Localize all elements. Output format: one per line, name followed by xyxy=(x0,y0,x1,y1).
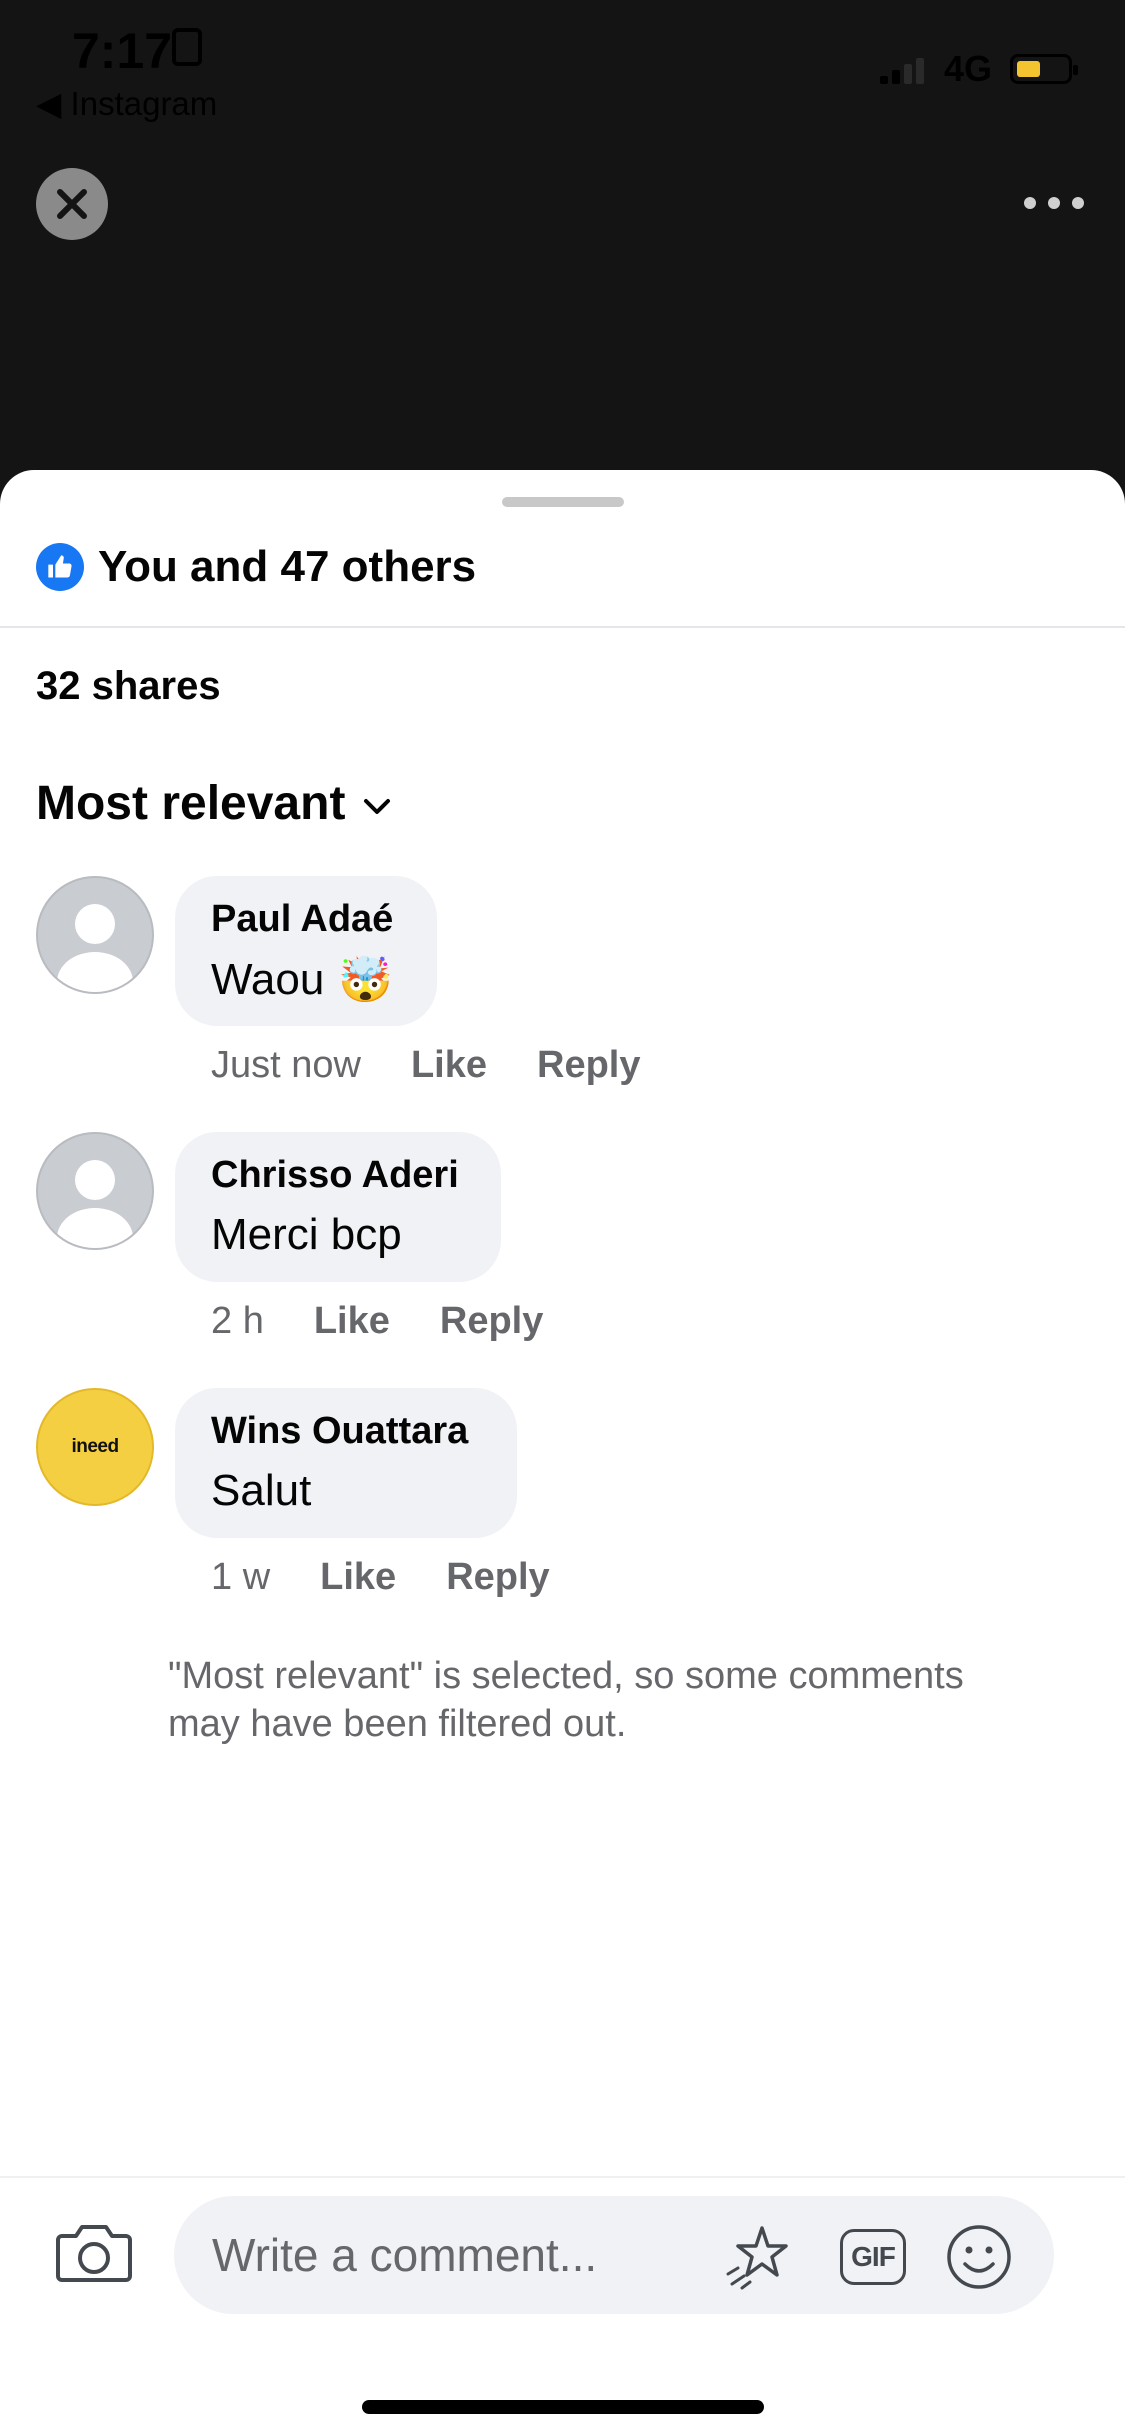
comment-meta: Just now Like Reply xyxy=(211,1044,691,1087)
reactions-summary[interactable]: You and 47 others xyxy=(36,542,476,592)
comment-text: Salut xyxy=(211,1466,311,1516)
comment-text: Merci bcp xyxy=(211,1210,402,1260)
thumbs-up-icon xyxy=(36,543,84,591)
exploding-head-emoji: 🤯 xyxy=(338,956,394,1005)
emoji-icon[interactable] xyxy=(944,2222,1014,2292)
brand-logo: ineed xyxy=(71,1436,119,1457)
comment-text: Waou 🤯 xyxy=(211,954,393,1006)
shares-count[interactable]: 32 shares xyxy=(36,664,221,709)
sort-dropdown[interactable]: Most relevant xyxy=(36,776,391,831)
close-button[interactable] xyxy=(36,168,108,240)
comment-bubble[interactable]: Paul Adaé Waou 🤯 xyxy=(175,876,437,1026)
sheet-drag-handle[interactable] xyxy=(502,497,624,507)
comment-text-content: Salut xyxy=(211,1466,312,1515)
sparkle-star-icon[interactable] xyxy=(722,2222,792,2292)
sort-label: Most relevant xyxy=(36,777,346,830)
gif-label: GIF xyxy=(851,2241,896,2272)
status-time: 7:17 xyxy=(72,23,173,79)
home-indicator[interactable] xyxy=(362,2400,764,2414)
comment-time: 2 h xyxy=(211,1300,264,1342)
comment-author[interactable]: Paul Adaé xyxy=(211,898,393,941)
avatar[interactable] xyxy=(36,876,154,994)
comments-sheet: You and 47 others 32 shares Most relevan… xyxy=(0,470,1125,2436)
like-comment-button[interactable]: Like xyxy=(411,1044,487,1087)
like-comment-button[interactable]: Like xyxy=(320,1556,396,1599)
avatar[interactable]: ineed xyxy=(36,1388,154,1506)
like-comment-button[interactable]: Like xyxy=(314,1300,390,1343)
default-user-icon xyxy=(57,904,133,992)
more-horizontal-icon xyxy=(1024,197,1036,209)
reactions-text: You and 47 others xyxy=(98,542,477,591)
comment-author[interactable]: Wins Ouattara xyxy=(211,1410,468,1453)
comment-bubble[interactable]: Chrisso Aderi Merci bcp xyxy=(175,1132,501,1282)
signal-icon xyxy=(880,58,924,84)
battery-icon xyxy=(1010,54,1078,84)
filter-notice: "Most relevant" is selected, so some com… xyxy=(168,1655,964,1745)
reply-comment-button[interactable]: Reply xyxy=(440,1300,543,1343)
comment-text-content: Waou xyxy=(211,955,325,1004)
back-to-app-link[interactable]: ◀ Instagram xyxy=(36,84,217,123)
divider xyxy=(0,626,1125,628)
sim-icon xyxy=(172,28,202,66)
comment-meta: 2 h Like Reply xyxy=(211,1300,593,1343)
more-options-button[interactable] xyxy=(1024,188,1084,218)
comment-input[interactable]: Write a comment... GIF xyxy=(174,2196,1054,2314)
comment-placeholder: Write a comment... xyxy=(212,2229,598,2281)
comment-meta: 1 w Like Reply xyxy=(211,1556,600,1599)
composer-divider xyxy=(0,2176,1125,2178)
close-icon xyxy=(57,189,87,219)
gif-icon: GIF xyxy=(840,2229,906,2285)
comment-text-content: Merci bcp xyxy=(211,1210,402,1259)
default-user-icon xyxy=(57,1160,133,1248)
status-bar: 7:17 ◀ Instagram 4G xyxy=(0,0,1125,130)
chevron-down-icon xyxy=(364,798,391,814)
reply-comment-button[interactable]: Reply xyxy=(537,1044,640,1087)
camera-icon[interactable] xyxy=(54,2216,134,2286)
comment-bubble[interactable]: Wins Ouattara Salut xyxy=(175,1388,517,1538)
battery-level xyxy=(1017,61,1040,77)
comment-time: Just now xyxy=(211,1044,361,1086)
gif-button[interactable]: GIF xyxy=(838,2222,908,2292)
comment-author[interactable]: Chrisso Aderi xyxy=(211,1154,459,1197)
reply-comment-button[interactable]: Reply xyxy=(446,1556,549,1599)
network-type: 4G xyxy=(944,48,993,89)
comment-time: 1 w xyxy=(211,1556,271,1598)
avatar[interactable] xyxy=(36,1132,154,1250)
